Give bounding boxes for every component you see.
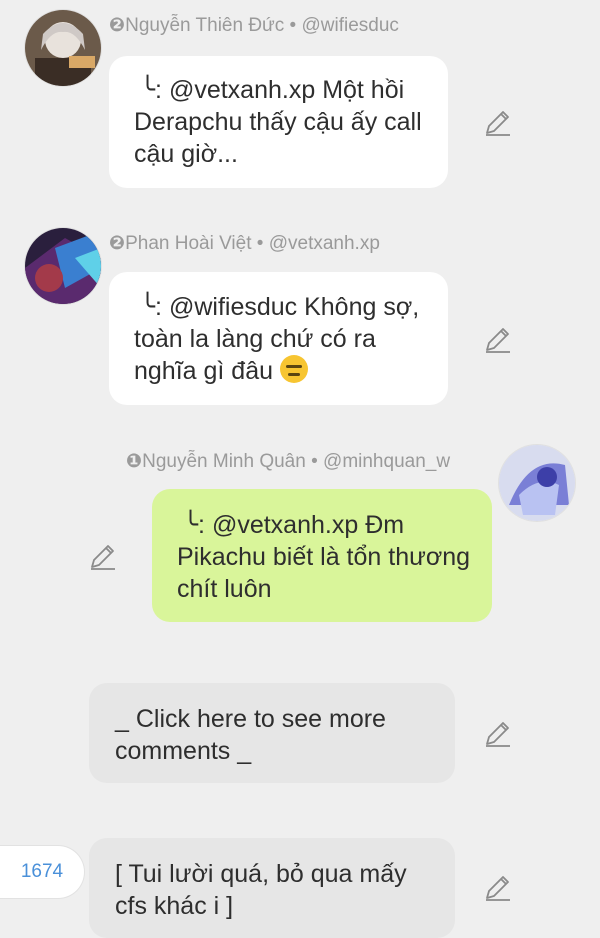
avatar-image [499,445,575,521]
avatar-image [25,228,101,304]
rank-badge: ❷ [109,15,126,36]
avatar-phan-hoai-viet[interactable] [25,228,101,304]
see-more-label: _ Click here to see more comments _ [115,705,386,765]
comment-text: @wifiesduc Không sợ, toàn la làng chứ có… [134,293,420,385]
reply-marker: ╰: [140,293,162,321]
author-name[interactable]: Nguyễn Thiên Đức [125,15,284,36]
post-bubble: [ Tui lười quá, bỏ qua mấy cfs khác i ] [89,838,455,938]
comment-meta: ❷Nguyễn Thiên Đức • @wifiesduc [109,15,399,37]
avatar-nguyen-minh-quan[interactable] [499,445,575,521]
reply-marker: ╰: [183,511,205,539]
reply-marker: ╰: [140,76,162,104]
edit-icon[interactable] [483,718,513,748]
comment-text: @vetxanh.xp Đm Pikachu biết là tổn thươn… [177,511,471,603]
post-text: [ Tui lười quá, bỏ qua mấy cfs khác i ] [115,860,407,920]
edit-icon[interactable] [88,541,118,571]
meta-separator: • [305,451,324,472]
edit-icon[interactable] [483,872,513,902]
comment-bubble: ╰: @wifiesduc Không sợ, toàn la làng chứ… [109,272,448,405]
avatar-image [25,10,101,86]
meta-separator: • [284,15,302,36]
author-handle[interactable]: @vetxanh.xp [269,233,380,254]
comment-bubble: ╰: @vetxanh.xp Một hồi Derapchu thấy cậu… [109,56,448,188]
post-count-badge[interactable]: 1674 [0,846,84,898]
expressionless-face-emoji-icon [279,355,308,383]
rank-badge: ❷ [109,233,126,254]
see-more-comments-button[interactable]: _ Click here to see more comments _ [89,683,455,783]
comment-meta: ❶Nguyễn Minh Quân • @minhquan_w [126,451,450,473]
comment-text: @vetxanh.xp Một hồi Derapchu thấy cậu ấy… [134,76,422,168]
edit-icon[interactable] [483,324,513,354]
avatar-nguyen-thien-duc[interactable] [25,10,101,86]
meta-separator: • [251,233,269,254]
post-count: 1674 [20,861,64,882]
comment-bubble-own: ╰: @vetxanh.xp Đm Pikachu biết là tổn th… [152,489,492,622]
edit-icon[interactable] [483,107,513,137]
comment-meta: ❷Phan Hoài Việt • @vetxanh.xp [109,233,380,255]
author-name[interactable]: Nguyễn Minh Quân [142,451,306,472]
author-name[interactable]: Phan Hoài Việt [125,233,251,254]
rank-badge: ❶ [126,451,143,472]
author-handle[interactable]: @wifiesduc [301,15,398,36]
author-handle[interactable]: @minhquan_w [323,451,450,472]
